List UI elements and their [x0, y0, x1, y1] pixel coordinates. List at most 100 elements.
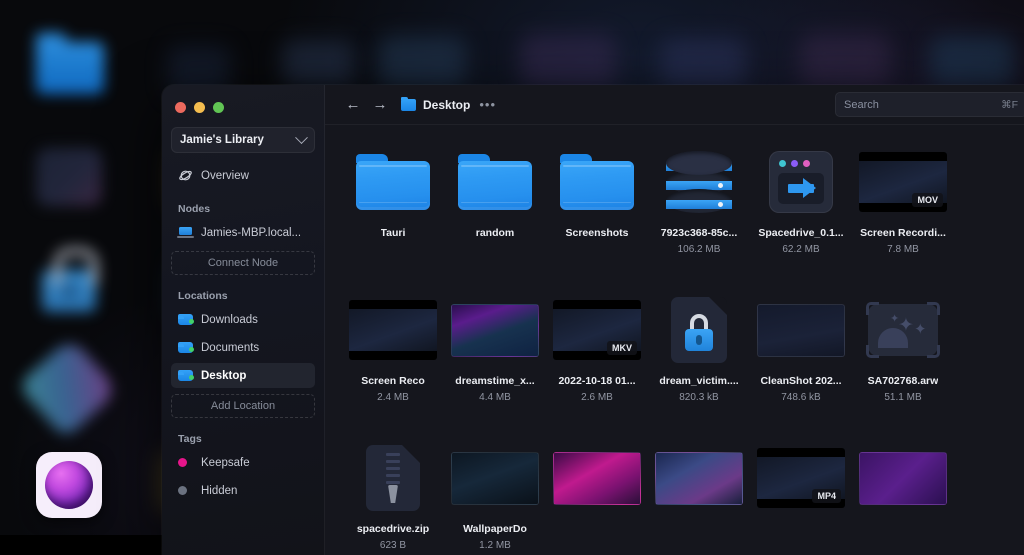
- file-item[interactable]: [648, 435, 750, 555]
- zoom-button[interactable]: [213, 102, 224, 113]
- file-thumbnail: [546, 435, 648, 521]
- background-thumb: [800, 34, 890, 88]
- file-item[interactable]: ✦✦✦SA702768.arw51.1 MB: [852, 287, 954, 435]
- raw-photo-icon: ✦✦✦: [868, 304, 938, 356]
- file-thumbnail: MP4: [750, 435, 852, 521]
- file-thumbnail: ✦✦✦: [852, 287, 954, 373]
- sidebar-item-documents[interactable]: Documents: [171, 335, 315, 360]
- file-item[interactable]: Screen Reco2.4 MB: [342, 287, 444, 435]
- file-thumbnail: [546, 139, 648, 225]
- file-size: 820.3 kB: [679, 392, 718, 403]
- file-item[interactable]: WallpaperDo1.2 MB: [444, 435, 546, 555]
- file-name: dream_victim....: [659, 375, 738, 387]
- library-selector[interactable]: Jamie's Library: [171, 127, 315, 153]
- sidebar-item-downloads[interactable]: Downloads: [171, 307, 315, 332]
- minimize-button[interactable]: [194, 102, 205, 113]
- file-item[interactable]: MKV2022-10-18 01...2.6 MB: [546, 287, 648, 435]
- file-size: 7.8 MB: [887, 244, 919, 255]
- file-thumbnail: [444, 435, 546, 521]
- back-button[interactable]: ←: [342, 94, 364, 116]
- file-thumbnail: [648, 287, 750, 373]
- sidebar-item-desktop[interactable]: Desktop: [171, 363, 315, 388]
- file-item[interactable]: [852, 435, 954, 555]
- file-size: 1.2 MB: [479, 540, 511, 551]
- breadcrumb[interactable]: Desktop: [401, 98, 470, 112]
- section-title-nodes: Nodes: [171, 203, 315, 215]
- background-lock-icon: [42, 270, 96, 312]
- forward-arrow-icon: →: [373, 96, 388, 113]
- background-thumb: [282, 40, 354, 86]
- file-thumbnail: [648, 139, 750, 225]
- file-name: Screen Recordi...: [860, 227, 946, 239]
- toolbar: ← → Desktop ••• Search ⌘F: [325, 85, 1024, 125]
- file-item[interactable]: dreamstime_x...4.4 MB: [444, 287, 546, 435]
- background-folder-icon: [36, 42, 104, 94]
- sidebar: Jamie's Library Overview Nodes Jamies-MB…: [162, 85, 325, 555]
- file-name: SA702768.arw: [868, 375, 939, 387]
- add-location-label: Add Location: [211, 400, 275, 412]
- background-thumb: [930, 36, 1014, 88]
- image-thumbnail: [757, 304, 845, 357]
- file-item[interactable]: random: [444, 139, 546, 287]
- sidebar-item-label: Jamies-MBP.local...: [201, 227, 301, 239]
- image-thumbnail: [655, 452, 743, 505]
- file-item[interactable]: MOV Screen Recordi... 7.8 MB: [852, 139, 954, 287]
- search-input[interactable]: Search ⌘F: [835, 92, 1024, 117]
- file-thumbnail: [342, 287, 444, 373]
- spacedrive-app-icon[interactable]: [36, 452, 102, 518]
- dot-icon: [178, 483, 193, 498]
- forward-button[interactable]: →: [369, 94, 391, 116]
- back-arrow-icon: ←: [346, 96, 361, 113]
- file-item[interactable]: spacedrive.zip 623 B: [342, 435, 444, 555]
- format-badge: MKV: [607, 341, 637, 355]
- file-thumbnail: MOV: [852, 139, 954, 225]
- sidebar-item-tag-hidden[interactable]: Hidden: [171, 478, 315, 503]
- disk-image-icon: [769, 151, 833, 213]
- sidebar-item-tag-keepsafe[interactable]: Keepsafe: [171, 450, 315, 475]
- video-thumbnail: [349, 300, 437, 360]
- file-name: Screenshots: [565, 227, 628, 239]
- file-size: 623 B: [380, 540, 406, 551]
- file-item[interactable]: Screenshots: [546, 139, 648, 287]
- file-item[interactable]: Spacedrive_0.1...62.2 MB: [750, 139, 852, 287]
- file-item[interactable]: dream_victim.... 820.3 kB: [648, 287, 750, 435]
- file-item[interactable]: Tauri: [342, 139, 444, 287]
- folder-icon: [401, 99, 416, 111]
- image-thumbnail: [553, 452, 641, 505]
- background-tag-icon: [17, 337, 119, 439]
- file-thumbnail: [750, 287, 852, 373]
- file-name: random: [476, 227, 515, 239]
- folder-icon: [356, 154, 430, 210]
- close-button[interactable]: [175, 102, 186, 113]
- add-location-button[interactable]: Add Location: [171, 394, 315, 418]
- file-size: 62.2 MB: [782, 244, 819, 255]
- file-size: 748.6 kB: [781, 392, 820, 403]
- file-item[interactable]: MP4: [750, 435, 852, 555]
- file-size: 2.4 MB: [377, 392, 409, 403]
- file-item[interactable]: CleanShot 202... 748.6 kB: [750, 287, 852, 435]
- sidebar-item-label: Desktop: [201, 370, 246, 382]
- archive-icon: [366, 445, 420, 511]
- file-item[interactable]: 7923c368-85c...106.2 MB: [648, 139, 750, 287]
- connect-node-button[interactable]: Connect Node: [171, 251, 315, 275]
- folder-icon: [178, 312, 193, 327]
- file-thumbnail: [852, 435, 954, 521]
- file-name: spacedrive.zip: [357, 523, 429, 535]
- file-thumbnail: MKV: [546, 287, 648, 373]
- file-thumbnail: [342, 139, 444, 225]
- file-thumbnail: [648, 435, 750, 521]
- file-grid: Tauri random Screenshots 7923c368-85c...106…: [325, 125, 1024, 555]
- section-title-tags: Tags: [171, 433, 315, 445]
- file-item[interactable]: [546, 435, 648, 555]
- sidebar-item-node[interactable]: Jamies-MBP.local...: [171, 220, 315, 245]
- image-thumbnail: [859, 452, 947, 505]
- file-name: CleanShot 202...: [760, 375, 841, 387]
- sidebar-item-overview[interactable]: Overview: [171, 163, 315, 188]
- overflow-menu-button[interactable]: •••: [479, 97, 496, 112]
- image-thumbnail: [451, 304, 539, 357]
- sidebar-item-label: Keepsafe: [201, 457, 250, 469]
- file-name: 7923c368-85c...: [661, 227, 737, 239]
- file-size: 4.4 MB: [479, 392, 511, 403]
- sidebar-item-label: Hidden: [201, 485, 237, 497]
- background-thumb: [660, 38, 746, 88]
